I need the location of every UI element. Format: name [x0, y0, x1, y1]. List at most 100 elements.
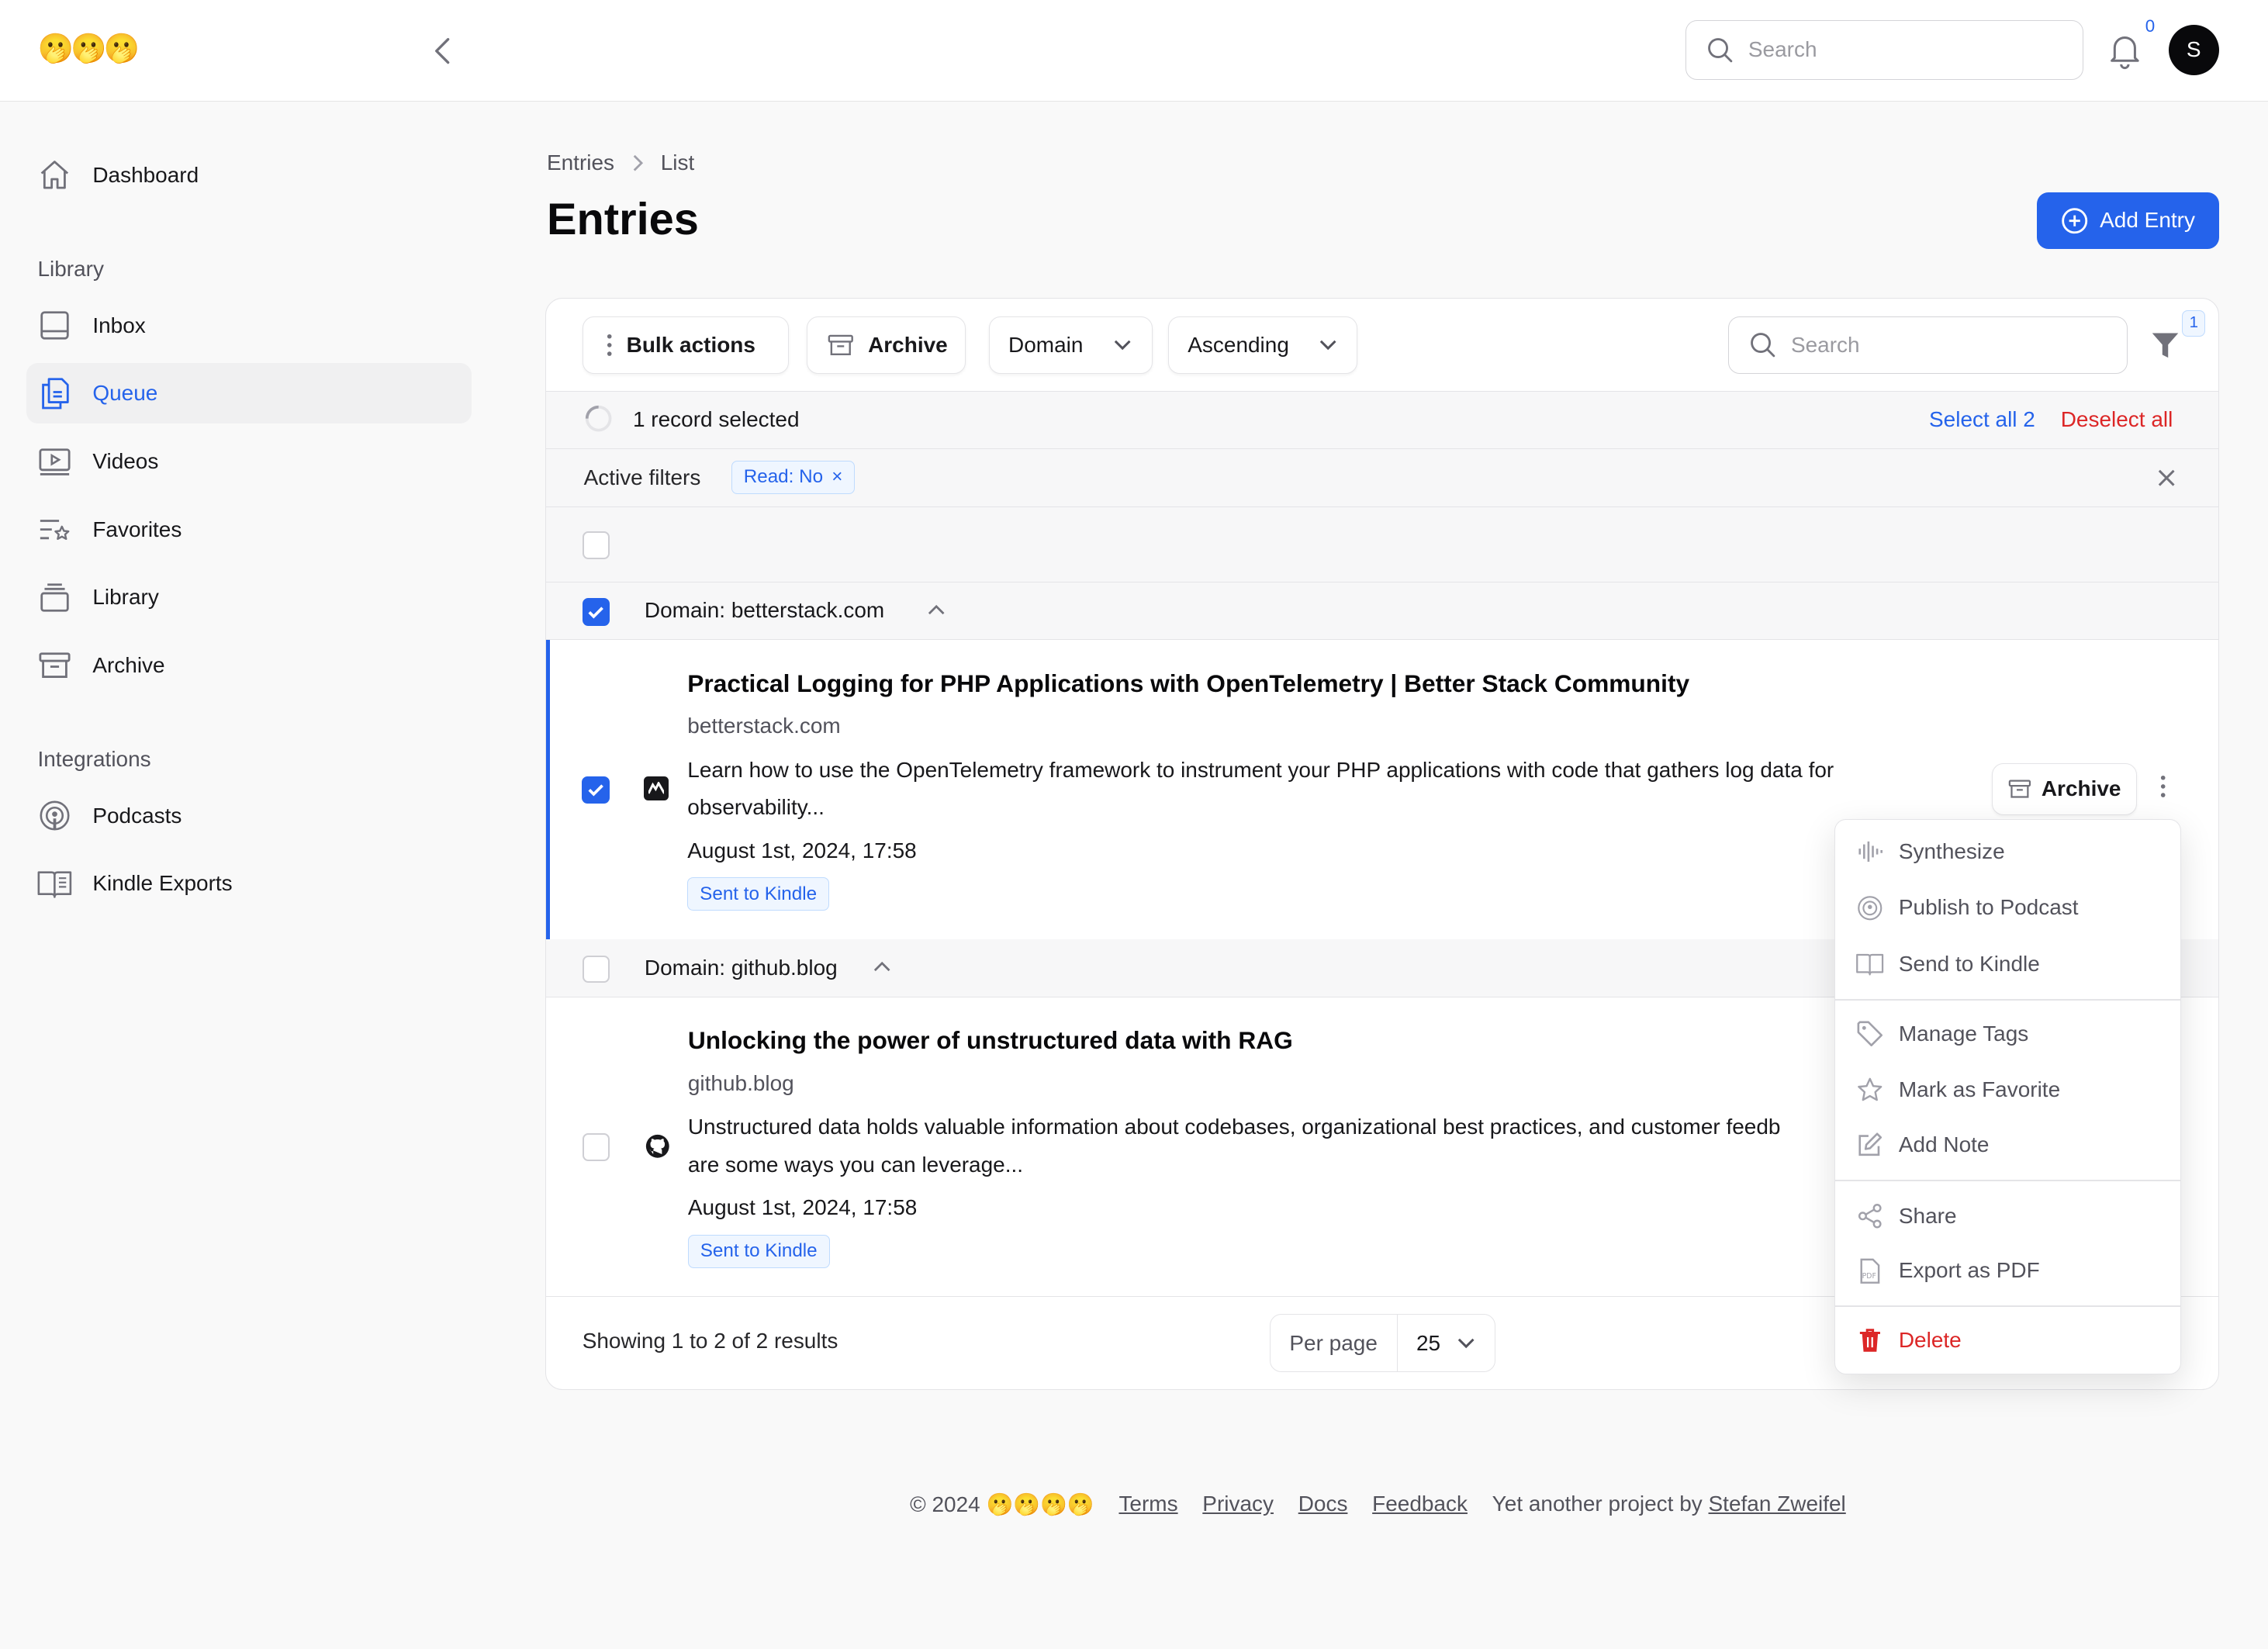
menu-item-delete[interactable]: Delete — [1835, 1313, 2181, 1368]
table-header — [546, 506, 2218, 583]
breadcrumb: Entries List — [547, 150, 694, 175]
terms-link[interactable]: Terms — [1118, 1492, 1177, 1516]
chevron-up-icon[interactable] — [928, 604, 945, 616]
search-icon — [1751, 333, 1775, 358]
menu-divider — [1834, 1305, 2181, 1308]
docs-link[interactable]: Docs — [1298, 1492, 1348, 1516]
archive-label: Archive — [868, 332, 948, 357]
notifications-button[interactable] — [2107, 32, 2142, 70]
menu-item-add-note[interactable]: Add Note — [1835, 1118, 2181, 1173]
archive-button[interactable]: Archive — [806, 316, 966, 375]
group-row: Domain: betterstack.com — [546, 582, 2218, 641]
sidebar-item-inbox[interactable]: Inbox — [26, 295, 472, 355]
sort-direction-select[interactable]: Ascending — [1168, 316, 1358, 375]
global-search-input[interactable] — [1748, 37, 2038, 63]
menu-item-share[interactable]: Share — [1835, 1188, 2181, 1243]
entry-description: Learn how to use the OpenTelemetry frame… — [687, 757, 1834, 820]
collapse-sidebar-button[interactable] — [428, 33, 457, 68]
row-checkbox[interactable] — [582, 776, 610, 804]
podcast-icon — [37, 798, 72, 833]
results-summary: Showing 1 to 2 of 2 results — [582, 1329, 838, 1353]
entry-domain: github.blog — [687, 1071, 794, 1096]
loading-spinner-icon — [585, 406, 612, 432]
clear-filters-icon[interactable] — [2158, 469, 2175, 486]
video-icon — [37, 444, 72, 479]
search-icon — [1707, 37, 1733, 62]
menu-item-send-kindle[interactable]: Send to Kindle — [1835, 937, 2181, 992]
table-search-input[interactable] — [1790, 332, 2080, 358]
plus-circle-icon — [2062, 207, 2087, 233]
credit: Yet another project by Stefan Zweifel — [1492, 1492, 1846, 1516]
sidebar: Dashboard Library Inbox Queue Videos Fav… — [26, 145, 472, 921]
sidebar-group-library: Library — [37, 256, 104, 281]
close-icon[interactable]: × — [831, 466, 842, 488]
select-all-checkbox[interactable] — [582, 531, 610, 559]
dots-vertical-icon — [2160, 775, 2166, 797]
group-label: Domain: github.blog — [644, 955, 838, 980]
menu-item-export-pdf[interactable]: PDF Export as PDF — [1835, 1243, 2181, 1298]
entry-title[interactable]: Practical Logging for PHP Applications w… — [687, 669, 1689, 698]
entry-description-line1: Unstructured data holds valuable informa… — [687, 1115, 1781, 1139]
menu-item-publish-podcast[interactable]: Publish to Podcast — [1835, 880, 2181, 935]
app-logo[interactable]: 🫢🫢🫢 — [37, 32, 140, 66]
add-entry-button[interactable]: Add Entry — [2036, 192, 2219, 249]
chevron-down-icon — [1114, 341, 1131, 351]
sidebar-item-label: Dashboard — [92, 162, 199, 187]
breadcrumb-entries[interactable]: Entries — [547, 150, 614, 175]
home-icon — [37, 157, 72, 192]
active-filters-label: Active filters — [583, 465, 701, 489]
check-icon — [588, 784, 603, 797]
select-all-link[interactable]: Select all 2 — [1929, 407, 2035, 432]
sidebar-item-favorites[interactable]: Favorites — [26, 499, 472, 559]
menu-item-synthesize[interactable]: Synthesize — [1835, 824, 2181, 879]
group-checkbox[interactable] — [582, 955, 610, 984]
sidebar-item-podcasts[interactable]: Podcasts — [26, 786, 472, 846]
chevron-down-icon — [1319, 341, 1336, 351]
favorites-icon — [37, 512, 72, 547]
deselect-all-link[interactable]: Deselect all — [2061, 407, 2173, 432]
archive-icon — [828, 334, 853, 355]
menu-item-manage-tags[interactable]: Manage Tags — [1835, 1006, 2181, 1061]
entry-domain: betterstack.com — [687, 714, 841, 738]
per-page-label: Per page — [1271, 1315, 1398, 1371]
row-actions-menu: Synthesize Publish to Podcast Send to Ki… — [1834, 818, 2182, 1374]
per-page-select[interactable]: Per page 25 — [1269, 1314, 1495, 1372]
sidebar-item-label: Podcasts — [92, 803, 182, 828]
book-icon — [1855, 949, 1884, 978]
group-label: Domain: betterstack.com — [644, 598, 885, 623]
filter-button[interactable] — [2149, 327, 2184, 365]
row-checkbox[interactable] — [582, 1133, 610, 1161]
table-search[interactable] — [1727, 316, 2128, 375]
feedback-link[interactable]: Feedback — [1372, 1492, 1468, 1516]
author-link[interactable]: Stefan Zweifel — [1709, 1492, 1846, 1516]
user-avatar[interactable]: S — [2168, 24, 2219, 75]
filter-chip-label: Read: No — [743, 466, 824, 488]
sidebar-item-label: Archive — [92, 652, 165, 677]
sidebar-item-videos[interactable]: Videos — [26, 431, 472, 492]
global-search[interactable] — [1685, 20, 2083, 80]
sidebar-item-archive[interactable]: Archive — [26, 635, 472, 696]
entry-title[interactable]: Unlocking the power of unstructured data… — [688, 1026, 1293, 1055]
sort-direction-value: Ascending — [1188, 332, 1289, 357]
betterstack-favicon-icon — [644, 776, 669, 801]
row-actions-button[interactable] — [2160, 775, 2175, 804]
sidebar-item-library[interactable]: Library — [26, 567, 472, 627]
group-by-select[interactable]: Domain — [988, 316, 1153, 375]
bulk-actions-button[interactable]: Bulk actions — [582, 316, 790, 375]
breadcrumb-list: List — [660, 150, 695, 175]
row-archive-button[interactable]: Archive — [1992, 762, 2137, 815]
page-footer: © 2024 🫢🫢🫢🫢 Terms Privacy Docs Feedback … — [910, 1492, 1846, 1517]
sidebar-item-label: Library — [92, 585, 159, 610]
group-checkbox[interactable] — [582, 598, 610, 626]
menu-item-mark-favorite[interactable]: Mark as Favorite — [1835, 1063, 2181, 1118]
selection-bar: 1 record selected Select all 2 Deselect … — [546, 391, 2218, 450]
chevron-up-icon[interactable] — [873, 961, 890, 973]
privacy-link[interactable]: Privacy — [1202, 1492, 1274, 1516]
add-entry-label: Add Entry — [2100, 208, 2195, 233]
sidebar-item-label: Inbox — [92, 313, 146, 337]
sidebar-item-dashboard[interactable]: Dashboard — [26, 145, 472, 206]
copyright: © 2024 🫢🫢🫢🫢 — [910, 1492, 1094, 1516]
sidebar-item-queue[interactable]: Queue — [26, 363, 472, 424]
sidebar-item-kindle-exports[interactable]: Kindle Exports — [26, 853, 472, 914]
menu-divider — [1834, 998, 2181, 1001]
